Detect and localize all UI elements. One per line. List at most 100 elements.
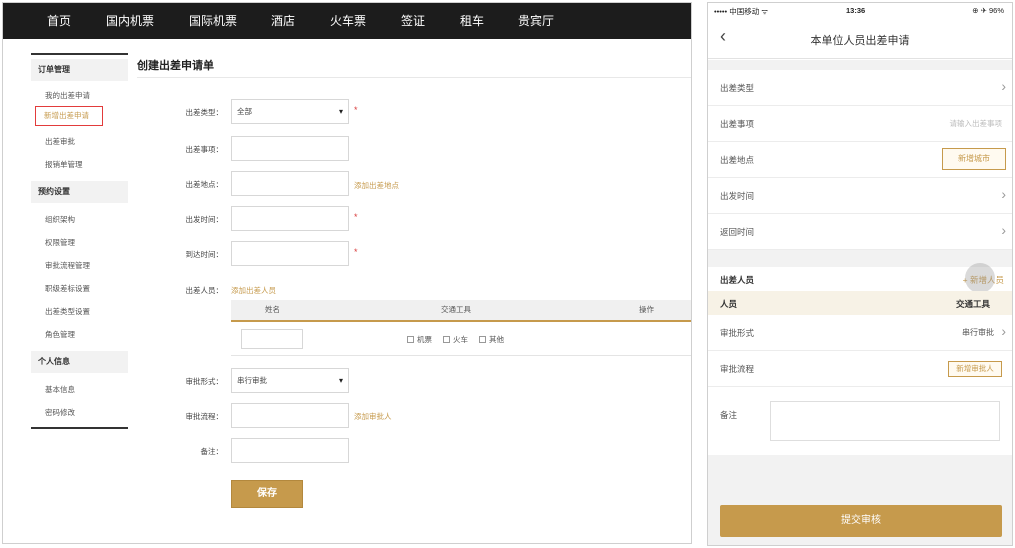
chevron-right-icon: › — [1001, 323, 1006, 339]
section-gap — [708, 250, 1012, 267]
checkbox-icon — [407, 336, 414, 343]
sidebar-item-password[interactable]: 密码修改 — [45, 406, 125, 420]
top-navigation: 首页 国内机票 国际机票 酒店 火车票 签证 租车 贵宾厅 — [3, 3, 691, 39]
nav-domestic-flights[interactable]: 国内机票 — [106, 3, 154, 39]
name-input[interactable] — [241, 329, 303, 349]
sidebar-item-rank-standard[interactable]: 职级差标设置 — [45, 282, 125, 296]
sidebar-item-trip-type[interactable]: 出差类型设置 — [45, 305, 125, 319]
nav-car-rental[interactable]: 租车 — [460, 3, 484, 39]
required-mark: * — [354, 247, 358, 257]
nav-vip-lounge[interactable]: 贵宾厅 — [518, 3, 554, 39]
sidebar-item-org[interactable]: 组织架构 — [45, 213, 125, 227]
carrier-text: ••••• 中国移动 ᯤ — [714, 7, 769, 16]
sidebar-item-roles[interactable]: 角色管理 — [45, 328, 125, 342]
people-table-header: 姓名 交通工具 操作 — [231, 300, 691, 322]
nav-hotel[interactable]: 酒店 — [271, 3, 295, 39]
title-divider — [137, 77, 691, 78]
nav-visa[interactable]: 签证 — [401, 3, 425, 39]
remark-input[interactable] — [231, 438, 349, 463]
row-trip-matter[interactable]: 出差事项 请输入出差事项 — [708, 106, 1012, 142]
sidebar-section-orders: 订单管理 — [31, 59, 128, 81]
row-label: 返回时间 — [720, 227, 755, 237]
approval-flow-input[interactable] — [231, 403, 349, 428]
submit-button[interactable]: 提交审核 — [720, 505, 1002, 537]
row-label: 审批流程 — [720, 364, 755, 374]
add-place-link[interactable]: 添加出差地点 — [354, 180, 399, 191]
checkbox-train[interactable]: 火车 — [443, 334, 468, 345]
people-table-header: 人员 交通工具 — [708, 291, 1012, 315]
row-return-time[interactable]: 返回时间 › — [708, 214, 1012, 250]
people-label: 出差人员： — [185, 286, 224, 295]
sidebar-item-new-application[interactable]: 新增出差申请 — [35, 106, 103, 126]
sidebar-item-approval[interactable]: 出差审批 — [45, 135, 125, 149]
mobile-nav-bar: ‹ 本单位人员出差申请 — [708, 19, 1012, 59]
required-mark: * — [354, 105, 358, 115]
chevron-right-icon: › — [1001, 222, 1006, 238]
th-name: 姓名 — [265, 305, 280, 314]
sidebar-item-approval-flow[interactable]: 审批流程管理 — [45, 259, 125, 273]
nav-international-flights[interactable]: 国际机票 — [189, 3, 237, 39]
mobile-panel: ••••• 中国移动 ᯤ 13:36 ⊕ ✈ 96% ‹ 本单位人员出差申请 出… — [707, 2, 1013, 546]
remark-label: 备注： — [200, 447, 224, 456]
type-label: 出差类型： — [185, 108, 224, 117]
clock-text: 13:36 — [846, 6, 866, 15]
place-label: 出差地点： — [185, 180, 224, 189]
approval-flow-label: 审批流程： — [185, 412, 224, 421]
caret-down-icon: ▾ — [338, 107, 343, 116]
row-label: 出差事项 — [720, 119, 755, 129]
add-people-link[interactable]: 添加出差人员 — [231, 285, 276, 296]
row-label: 出差地点 — [720, 155, 755, 165]
sidebar-item-expense[interactable]: 报销单管理 — [45, 158, 125, 172]
add-approver-button[interactable]: 新增审批人 — [948, 361, 1002, 377]
people-table: 姓名 交通工具 操作 机票 火车 其他 — [231, 300, 691, 356]
sidebar-item-basic-info[interactable]: 基本信息 — [45, 383, 125, 397]
status-bar: ••••• 中国移动 ᯤ 13:36 ⊕ ✈ 96% — [708, 3, 1012, 19]
page-title: 创建出差申请单 — [137, 60, 214, 72]
row-label: 审批形式 — [720, 328, 755, 338]
add-approver-link[interactable]: 添加审批人 — [354, 411, 392, 422]
matter-label: 出差事项： — [185, 145, 224, 154]
checkbox-icon — [479, 336, 486, 343]
chevron-right-icon: › — [1001, 78, 1006, 94]
sidebar-section-profile: 个人信息 — [31, 351, 128, 373]
matter-input[interactable] — [231, 136, 349, 161]
arrive-input[interactable] — [231, 241, 349, 266]
row-depart-time[interactable]: 出发时间 › — [708, 178, 1012, 214]
th-action: 操作 — [639, 305, 654, 314]
add-city-button[interactable]: 新增城市 — [942, 148, 1006, 170]
row-label: 出差类型 — [720, 83, 755, 93]
checkbox-icon — [443, 336, 450, 343]
people-title: 出差人员 — [720, 275, 755, 285]
checkbox-flight[interactable]: 机票 — [407, 334, 432, 345]
save-button[interactable]: 保存 — [231, 480, 303, 508]
type-select[interactable]: 全部 ▾ — [231, 99, 349, 124]
sidebar-item-permissions[interactable]: 权限管理 — [45, 236, 125, 250]
row-trip-place: 出差地点 新增城市 — [708, 142, 1012, 178]
col-transport: 交通工具 — [955, 299, 990, 309]
approval-mode-value: 串行审批 — [237, 376, 267, 385]
nav-home[interactable]: 首页 — [47, 3, 71, 39]
remark-textarea[interactable] — [770, 401, 1000, 441]
row-approval-mode[interactable]: 审批形式 串行审批 › — [708, 315, 1012, 351]
checkbox-other[interactable]: 其他 — [479, 334, 504, 345]
remark-label: 备注 — [720, 410, 738, 420]
approval-mode-label: 审批形式： — [185, 377, 224, 386]
mobile-title: 本单位人员出差申请 — [810, 35, 910, 47]
approval-mode-value: 串行审批 — [962, 328, 994, 337]
sidebar: 订单管理 我的出差申请 新增出差申请 出差审批 报销单管理 预约设置 组织架构 … — [31, 53, 128, 429]
place-input[interactable] — [231, 171, 349, 196]
nav-train[interactable]: 火车票 — [330, 3, 366, 39]
type-value: 全部 — [237, 107, 252, 116]
col-person: 人员 — [720, 299, 738, 309]
row-trip-type[interactable]: 出差类型 › — [708, 70, 1012, 106]
table-row: 机票 火车 其他 — [231, 322, 691, 356]
depart-label: 出发时间： — [185, 215, 224, 224]
battery-text: ⊕ ✈ 96% — [972, 6, 1004, 15]
row-approval-flow: 审批流程 新增审批人 — [708, 351, 1012, 387]
chevron-right-icon: › — [1001, 186, 1006, 202]
depart-input[interactable] — [231, 206, 349, 231]
approval-mode-select[interactable]: 串行审批 ▾ — [231, 368, 349, 393]
desktop-panel: 首页 国内机票 国际机票 酒店 火车票 签证 租车 贵宾厅 订单管理 我的出差申… — [2, 2, 692, 544]
row-label: 出发时间 — [720, 191, 755, 201]
sidebar-item-my-applications[interactable]: 我的出差申请 — [45, 89, 125, 103]
